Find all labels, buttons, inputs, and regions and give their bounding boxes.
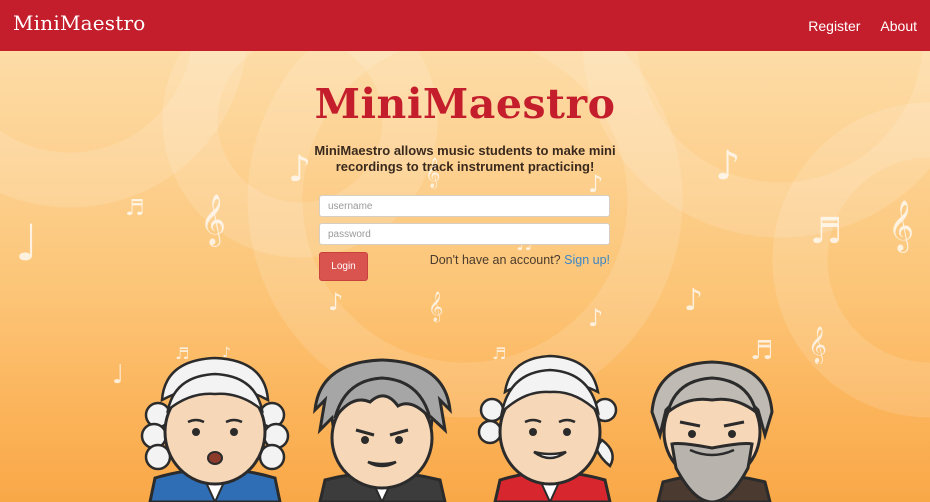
treble-clef-icon: 𝄞 <box>428 292 444 322</box>
navbar: MiniMaestro Register About <box>0 0 930 51</box>
nav-about-link[interactable]: About <box>880 18 917 34</box>
composer-mozart-illustration <box>477 354 618 502</box>
composer-beethoven-illustration <box>313 358 452 502</box>
eighth-note-icon: ♪ <box>588 170 604 198</box>
signup-link[interactable]: Sign up! <box>564 253 610 267</box>
brand-logo[interactable]: MiniMaestro <box>13 11 146 35</box>
composers-illustration <box>140 354 774 502</box>
treble-clef-icon: 𝄞 <box>200 194 227 245</box>
hero-title: MiniMaestro <box>314 80 616 128</box>
username-input[interactable] <box>319 195 610 217</box>
beamed-notes-icon: ♬ <box>125 196 145 221</box>
eighth-note-icon: ♪ <box>588 304 604 332</box>
tagline: MiniMaestro allows music students to mak… <box>0 143 930 175</box>
eighth-note-icon: ♪ <box>328 288 344 316</box>
quarter-note-icon: ♩ <box>15 214 39 272</box>
signup-prompt: Don't have an account? Sign up! <box>370 253 610 267</box>
tagline-line-2: recordings to track instrument practicin… <box>335 159 595 174</box>
composer-brahms-illustration <box>650 360 774 502</box>
beamed-notes-icon: ♬ <box>810 211 843 252</box>
eighth-note-icon: ♪ <box>684 283 704 318</box>
treble-clef-icon: 𝄞 <box>888 200 915 251</box>
password-input[interactable] <box>319 223 610 245</box>
nav-register-link[interactable]: Register <box>808 18 860 34</box>
login-button[interactable]: Login <box>319 252 368 281</box>
nav-links: Register About <box>808 18 917 34</box>
composer-bach-illustration <box>140 356 290 502</box>
tagline-line-1: MiniMaestro allows music students to mak… <box>314 143 616 158</box>
signup-prompt-text: Don't have an account? <box>429 253 561 267</box>
